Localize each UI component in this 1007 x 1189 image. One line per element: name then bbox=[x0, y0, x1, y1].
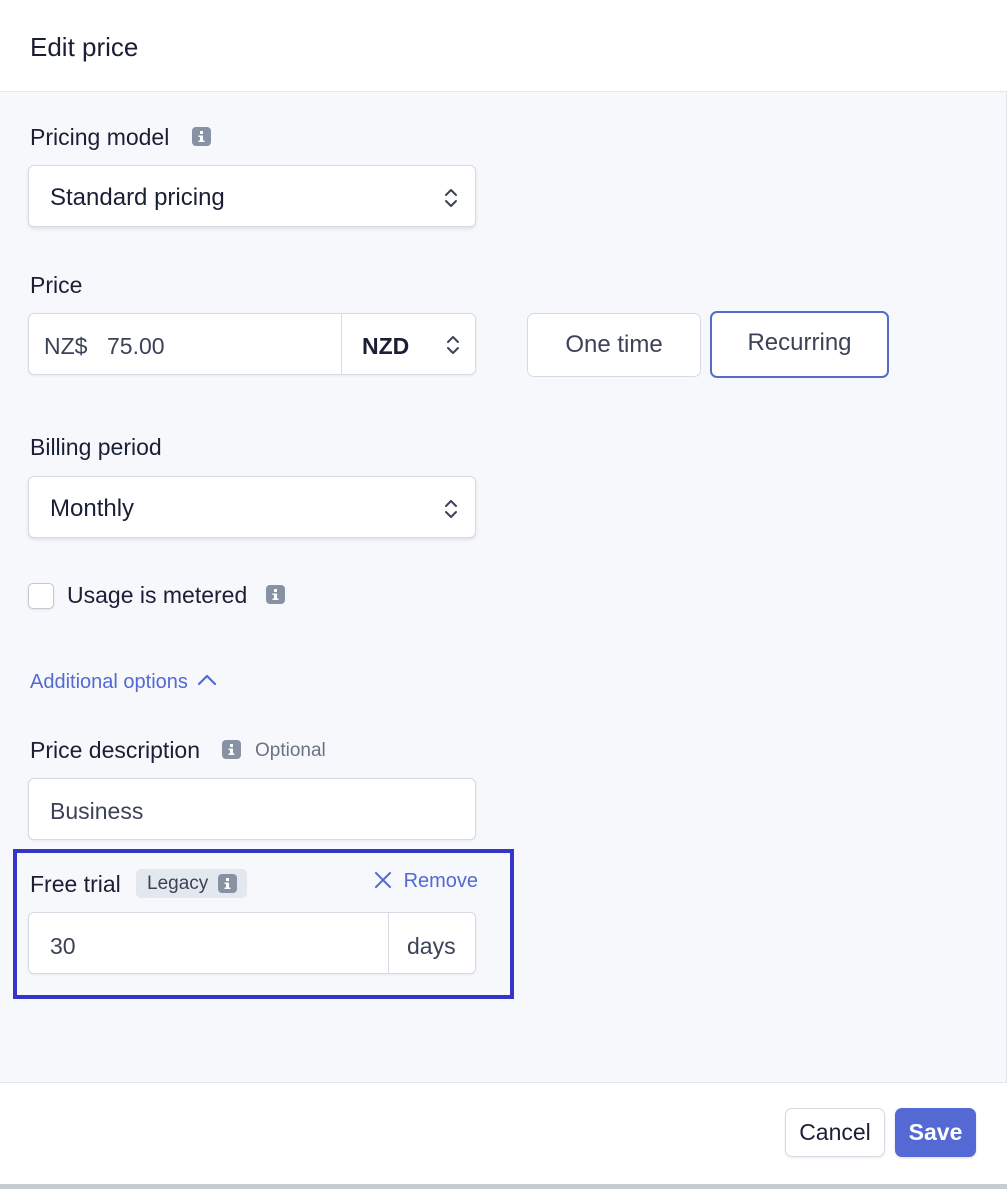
info-icon[interactable] bbox=[266, 585, 285, 604]
legacy-badge: Legacy bbox=[136, 869, 247, 898]
additional-options-label: Additional options bbox=[30, 671, 188, 693]
chevron-up-down-icon bbox=[443, 186, 459, 217]
info-icon[interactable] bbox=[218, 874, 237, 893]
billing-period-select[interactable]: Monthly bbox=[28, 476, 476, 538]
cancel-button[interactable]: Cancel bbox=[785, 1108, 885, 1157]
price-amount-input[interactable]: 75.00 bbox=[107, 333, 165, 360]
price-label: Price bbox=[30, 272, 83, 298]
one-time-button[interactable]: One time bbox=[527, 313, 701, 377]
info-icon[interactable] bbox=[222, 740, 241, 759]
edit-price-dialog: Edit price Pricing model Standard pricin… bbox=[0, 0, 1007, 1184]
chevron-up-icon bbox=[197, 669, 217, 692]
currency-value: NZD bbox=[362, 333, 410, 359]
price-description-input[interactable]: Business bbox=[28, 778, 476, 840]
close-icon bbox=[374, 871, 392, 895]
currency-prefix: NZ$ bbox=[44, 333, 88, 359]
billing-period-label: Billing period bbox=[30, 434, 162, 460]
pricing-model-label: Pricing model bbox=[30, 124, 170, 150]
pricing-model-select[interactable]: Standard pricing bbox=[28, 165, 476, 227]
free-trial-label: Free trial bbox=[30, 871, 121, 897]
currency-select[interactable]: NZD bbox=[341, 314, 475, 374]
dialog-title: Edit price bbox=[30, 32, 139, 62]
window-bottom-edge bbox=[0, 1184, 1007, 1189]
dialog-footer: Cancel Save bbox=[0, 1082, 1007, 1184]
info-icon[interactable] bbox=[192, 127, 211, 146]
price-description-label: Price description bbox=[30, 737, 201, 763]
dialog-header: Edit price bbox=[0, 0, 1007, 92]
billing-period-value: Monthly bbox=[50, 495, 135, 522]
usage-metered-checkbox[interactable] bbox=[28, 583, 54, 609]
save-button[interactable]: Save bbox=[895, 1108, 976, 1157]
pricing-model-value: Standard pricing bbox=[50, 184, 225, 211]
price-description-value: Business bbox=[50, 798, 144, 824]
remove-label: Remove bbox=[403, 870, 479, 892]
remove-free-trial-button[interactable]: Remove bbox=[374, 870, 478, 895]
usage-metered-label: Usage is metered bbox=[67, 582, 248, 608]
chevron-up-down-icon bbox=[445, 333, 461, 363]
additional-options-toggle[interactable]: Additional options bbox=[30, 669, 217, 694]
recurring-button[interactable]: Recurring bbox=[710, 311, 889, 378]
chevron-up-down-icon bbox=[443, 497, 459, 528]
price-input-group: NZ$ 75.00 NZD bbox=[28, 313, 476, 375]
days-suffix: days bbox=[388, 913, 475, 973]
free-trial-days-input[interactable]: 30 bbox=[50, 933, 76, 960]
optional-text: Optional bbox=[255, 740, 326, 761]
legacy-badge-label: Legacy bbox=[147, 873, 209, 894]
days-unit: days bbox=[407, 933, 456, 959]
free-trial-input-group: 30 days bbox=[28, 912, 476, 974]
